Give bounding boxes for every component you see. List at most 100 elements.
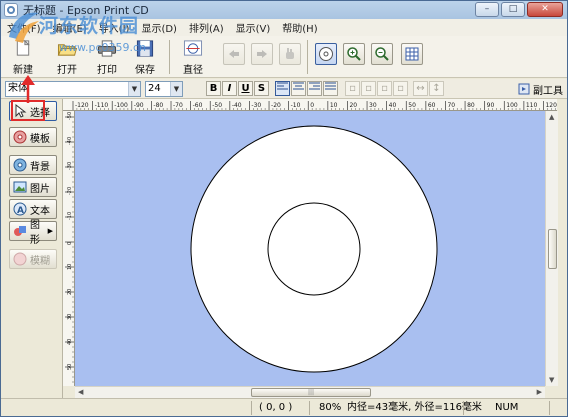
flip-h-button[interactable]: ↔ [413, 81, 428, 96]
sub-tool-toggle[interactable]: 副工具 [518, 81, 563, 97]
align-right-icon [309, 82, 320, 90]
align-left-button[interactable] [275, 81, 290, 96]
horizontal-scroll-thumb[interactable]: ||| [251, 388, 371, 397]
design-canvas[interactable] [75, 111, 545, 386]
tool-shape-label: 图形 [30, 220, 40, 246]
scroll-right-icon[interactable]: ▶ [537, 388, 542, 396]
ruler-tick-label: 110 [526, 102, 538, 109]
ruler-tick-label: 40 [389, 102, 397, 109]
align-center-button[interactable] [291, 81, 306, 96]
menu-edit[interactable]: 编辑(E) [51, 20, 89, 35]
ruler-tick-label: 100 [506, 102, 518, 109]
ruler-tick-label: 120 [545, 102, 557, 109]
toolbar-separator-2 [307, 40, 308, 74]
ruler-tick-label: 30 [369, 102, 377, 109]
ruler-tick-label: -30 [251, 102, 261, 109]
main-toolbar: 新建 打开 打印 保存 直径 [1, 36, 567, 78]
vertical-scroll-thumb[interactable] [548, 229, 557, 269]
scroll-down-icon[interactable]: ▼ [549, 376, 554, 384]
ruler-tick-label: -20 [67, 187, 73, 195]
print-button[interactable]: 打印 [89, 38, 125, 76]
close-button[interactable]: ✕ [527, 2, 563, 17]
ruler-tick-label: 90 [487, 102, 495, 109]
shadow-button[interactable]: S [254, 81, 269, 96]
menu-import[interactable]: 导入(I) [97, 20, 132, 35]
align-right-button[interactable] [307, 81, 322, 96]
save-button[interactable]: 保存 [127, 38, 163, 76]
menu-help[interactable]: 帮助(H) [280, 20, 319, 35]
ruler-tick-label: 50 [408, 102, 416, 109]
ruler-tick-label: -50 [212, 102, 222, 109]
tool-template-button[interactable]: 模板 [9, 127, 57, 147]
open-button[interactable]: 打开 [49, 38, 85, 76]
italic-button[interactable]: I [222, 81, 237, 96]
ruler-tick-label: -80 [153, 102, 163, 109]
flip-v-button[interactable]: ↕ [429, 81, 444, 96]
status-num: NUM [495, 402, 519, 413]
ruler-tick-label: -30 [67, 162, 73, 170]
title-bar[interactable]: 无标题 - Epson Print CD – □ ✕ [1, 1, 567, 19]
ruler-horizontal: -120 -110 -100 -90 -80 -70 -60 -50 -40 -30 -20 -10 0… [63, 99, 557, 111]
maximize-button[interactable]: □ [501, 2, 525, 17]
background-icon [13, 158, 27, 172]
zoom-in-icon [347, 47, 361, 61]
zoom-in-button[interactable] [343, 43, 365, 65]
menu-arrange[interactable]: 排列(A) [187, 20, 226, 35]
redo-button[interactable] [251, 43, 273, 65]
template-icon [13, 130, 27, 144]
tool-text-label: 文本 [30, 205, 50, 217]
app-window: 无标题 - Epson Print CD – □ ✕ 文件(F) 编辑(E) 导… [0, 0, 568, 417]
horizontal-scrollbar[interactable]: ◀ ||| ▶ [75, 386, 545, 398]
diameter-button[interactable]: 直径 [175, 38, 211, 76]
tool-shape-button[interactable]: 图形 ▶ [9, 220, 57, 246]
ruler-tick-label: 10 [330, 102, 338, 109]
sub-tool-icon [518, 83, 530, 95]
ruler-tick-label: 80 [467, 102, 475, 109]
status-bar: ( 0, 0 ) 80% 内径=43毫米, 外径=116毫米 NUM [1, 398, 567, 416]
undo-button[interactable] [223, 43, 245, 65]
zoom-out-button[interactable] [371, 43, 393, 65]
save-label: 保存 [135, 65, 155, 76]
diameter-label: 直径 [183, 65, 203, 76]
disc-preview [190, 125, 438, 373]
send-back-button[interactable]: ▫ [361, 81, 376, 96]
hand-button[interactable] [279, 43, 301, 65]
format-bar: 宋体 ▼ 24 ▼ B I U S ▫ ▫ ▫ ▫ ↔ ↕ 副工具 [1, 79, 567, 99]
tool-background-label: 背景 [30, 161, 50, 173]
underline-button[interactable]: U [238, 81, 253, 96]
scroll-left-icon[interactable]: ◀ [78, 388, 83, 396]
tool-background-button[interactable]: 背景 [9, 155, 57, 175]
svg-text:A: A [17, 206, 24, 216]
shape-icon [14, 226, 26, 236]
ruler-tick-label: -10 [67, 212, 73, 220]
menu-view[interactable]: 显示(V) [234, 20, 273, 35]
menu-file[interactable]: 文件(F) [5, 20, 43, 35]
grid-button[interactable] [401, 43, 423, 65]
status-divider [549, 401, 550, 415]
ruler-vertical-ticks: -50 -40 -30 -20 -10 0 10 20 30 40 50 [65, 112, 74, 383]
ungroup-button[interactable]: ▫ [393, 81, 408, 96]
scroll-up-icon[interactable]: ▲ [549, 113, 554, 121]
ruler-tick-label: -60 [193, 102, 203, 109]
ruler-tick-label: 60 [428, 102, 436, 109]
minimize-button[interactable]: – [475, 2, 499, 17]
group-button[interactable]: ▫ [377, 81, 392, 96]
font-size-select[interactable]: 24 ▼ [145, 81, 183, 97]
justify-button[interactable] [323, 81, 338, 96]
ruler-tick-label: 70 [447, 102, 455, 109]
ruler-horizontal-ticks: -120 -110 -100 -90 -80 -70 -60 -50 -40 -30 -20 -10 0… [72, 101, 557, 110]
disc-view-button[interactable] [315, 43, 337, 65]
undo-icon [229, 50, 239, 58]
window-controls: – □ ✕ [475, 2, 563, 17]
new-button[interactable]: 新建 [5, 38, 41, 76]
bold-button[interactable]: B [206, 81, 221, 96]
save-disk-icon [136, 40, 154, 57]
annotation-highlight-box [11, 100, 45, 121]
tool-picture-button[interactable]: 图片 [9, 177, 57, 197]
ruler-tick-label: -100 [114, 102, 128, 109]
vertical-scrollbar[interactable]: ▲ ▼ [545, 111, 558, 386]
ruler-tick-label: -70 [173, 102, 183, 109]
menu-display[interactable]: 显示(D) [139, 20, 179, 35]
bring-front-button[interactable]: ▫ [345, 81, 360, 96]
tool-blur-button[interactable]: 模糊 [9, 249, 57, 269]
